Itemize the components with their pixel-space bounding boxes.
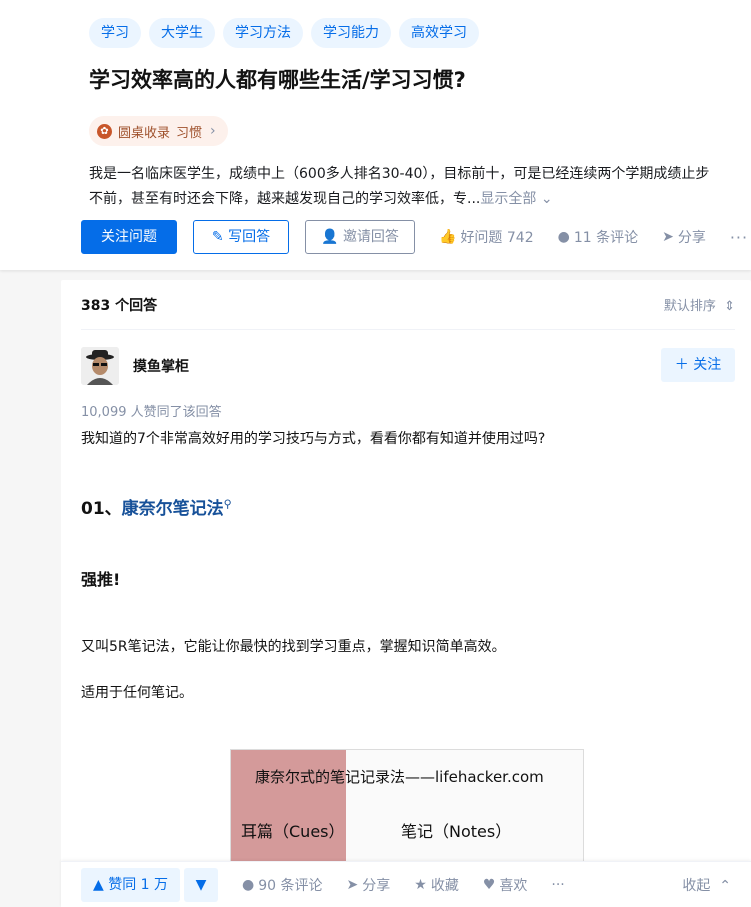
- good-question-button[interactable]: 👍 好问题 742: [439, 227, 534, 247]
- collection-label: 圆桌收录: [118, 125, 171, 141]
- show-all-link[interactable]: 显示全部 ⌄: [480, 191, 552, 207]
- like-button[interactable]: ♥ 喜欢: [483, 875, 528, 895]
- figure-cues-heading: 耳篇（Cues）: [241, 822, 345, 841]
- write-answer-button[interactable]: ✎ 写回答: [193, 220, 289, 254]
- comment-icon: ●: [557, 229, 570, 245]
- question-detail-text: 不前，甚至有时还会下降，越来越发现自己的学习效率低，专...: [89, 191, 481, 207]
- question-detail-line: 我是一名临床医学生，成绩中上（600多人排名30-40），目标前十，可是已经连续…: [89, 166, 710, 182]
- answer-action-bar: ▲ 赞同 1 万 ▼ ● 90 条评论 ➤ 分享 ★ 收藏 ♥ 喜欢 ··· 收…: [61, 861, 751, 907]
- cornell-notes-link[interactable]: 康奈尔笔记法: [122, 499, 224, 519]
- figure-notes-heading: 笔记（Notes）: [401, 822, 512, 841]
- add-user-icon: 👤: [321, 229, 339, 245]
- topic-tag[interactable]: 高效学习: [399, 18, 479, 48]
- more-options-icon[interactable]: ···: [730, 228, 748, 247]
- question-title: 学习效率高的人都有哪些生活/学习习惯?: [89, 68, 466, 92]
- section-heading: 01、康奈尔笔记法⚲: [81, 497, 232, 519]
- upvote-button[interactable]: ▲ 赞同 1 万: [81, 867, 181, 902]
- collapse-button[interactable]: 收起 ⌃: [682, 875, 731, 895]
- collection-topic: 习惯: [176, 125, 203, 141]
- answer-author: 摸鱼掌柜: [81, 347, 189, 385]
- question-comments-button[interactable]: ● 11 条评论: [558, 227, 638, 247]
- answer-paragraph: 适用于任何笔记。: [81, 685, 193, 701]
- sort-dropdown[interactable]: 默认排序 ⇕: [664, 295, 735, 314]
- answer-count: 383 个回答: [81, 297, 158, 314]
- star-icon: ★: [414, 876, 427, 893]
- question-detail-line: 不前，甚至有时还会下降，越来越发现自己的学习效率低，专...显示全部 ⌄: [89, 187, 751, 212]
- chevron-right-icon: ›: [210, 123, 216, 139]
- follow-question-button[interactable]: 关注问题: [81, 220, 177, 254]
- question-detail: 我是一名临床医学生，成绩中上（600多人排名30-40），目标前十，可是已经连续…: [89, 162, 751, 212]
- answer-intro: 我知道的7个非常高效好用的学习技巧与方式，看看你都有知道并使用过吗?: [81, 431, 546, 447]
- topic-tag[interactable]: 学习能力: [311, 18, 391, 48]
- question-actions: 关注问题 ✎ 写回答 👤 邀请回答 👍 好问题 742 ● 11 条评论 ➤ 分…: [81, 220, 748, 254]
- answer-card: 383 个回答 默认排序 ⇕ 摸鱼掌柜 ＋ 关注 10,099 人赞同了该回答 …: [61, 280, 751, 907]
- favorite-button[interactable]: ★ 收藏: [414, 875, 459, 895]
- answer-share-button[interactable]: ➤ 分享: [347, 875, 391, 895]
- figure-title: 康奈尔式的笔记记录法——lifehacker.com: [255, 768, 544, 786]
- sort-icon: ⇕: [719, 299, 735, 314]
- cornell-notes-image[interactable]: 康奈尔式的笔记记录法——lifehacker.com 耳篇（Cues） 笔记（N…: [230, 749, 584, 869]
- topic-tag[interactable]: 学习: [89, 18, 141, 48]
- author-name[interactable]: 摸鱼掌柜: [133, 356, 189, 376]
- question-share-button[interactable]: ➤ 分享: [662, 227, 706, 247]
- topic-tags: 学习 大学生 学习方法 学习能力 高效学习: [89, 18, 479, 48]
- share-icon: ➤: [662, 229, 674, 245]
- roundtable-icon: ✿: [97, 123, 112, 139]
- downvote-button[interactable]: ▼: [184, 867, 219, 902]
- answers-list-header: 383 个回答 默认排序 ⇕: [81, 280, 735, 330]
- pencil-icon: ✎: [211, 229, 224, 245]
- plus-icon: ＋: [674, 357, 689, 373]
- upvote-count-text: 10,099 人赞同了该回答: [81, 405, 222, 420]
- share-icon: ➤: [346, 876, 359, 893]
- roundtable-collection-badge[interactable]: ✿ 圆桌收录 习惯 ›: [89, 116, 228, 146]
- question-header: 学习 大学生 学习方法 学习能力 高效学习 学习效率高的人都有哪些生活/学习习惯…: [0, 0, 751, 270]
- heart-icon: ♥: [482, 876, 496, 893]
- answer-comments-button[interactable]: ● 90 条评论: [242, 875, 322, 895]
- chevron-down-icon: ⌄: [540, 191, 553, 207]
- avatar[interactable]: [81, 347, 119, 385]
- thumbs-up-icon: 👍: [439, 229, 457, 245]
- topic-tag[interactable]: 学习方法: [223, 18, 303, 48]
- answer-paragraph: 又叫5R笔记法，它能让你最快的找到学习重点，掌握知识简单高效。: [81, 639, 506, 655]
- chevron-up-icon: ⌃: [714, 877, 731, 894]
- emphasis-text: 强推!: [81, 570, 121, 589]
- more-options-icon[interactable]: ···: [551, 877, 564, 893]
- follow-author-button[interactable]: ＋ 关注: [661, 348, 735, 382]
- triangle-down-icon: ▼: [195, 876, 207, 893]
- triangle-up-icon: ▲: [93, 876, 104, 893]
- search-icon[interactable]: ⚲: [224, 497, 232, 510]
- topic-tag[interactable]: 大学生: [149, 18, 215, 48]
- invite-answer-button[interactable]: 👤 邀请回答: [305, 220, 415, 254]
- comment-icon: ●: [242, 876, 255, 893]
